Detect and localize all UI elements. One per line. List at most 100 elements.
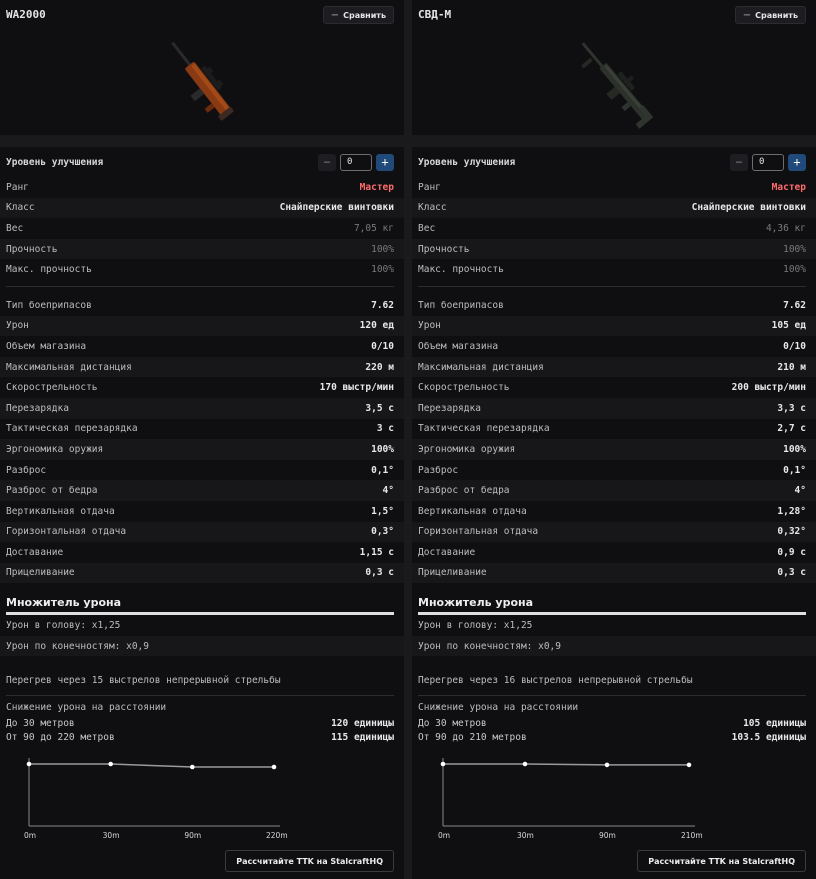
compare-button[interactable]: − Сравнить xyxy=(734,6,806,24)
x-tick-label: 90m xyxy=(184,831,201,840)
stat-row: Скорострельность 170 выстр/мин xyxy=(0,377,404,398)
damage-falloff: Снижение урона на расстоянии До 30 метро… xyxy=(412,701,816,745)
stat-label: Ранг xyxy=(418,181,441,193)
stat-label: Макс. прочность xyxy=(6,264,92,276)
divider xyxy=(418,285,806,287)
stat-label: Объем магазина xyxy=(6,340,87,352)
stat-label: Тип боеприпасов xyxy=(418,299,504,311)
data-point[interactable] xyxy=(440,761,446,767)
head-multiplier: Урон в голову: x1,25 xyxy=(418,620,533,632)
stat-row: Урон 120 ед xyxy=(0,315,404,337)
stat-label: Максимальная дистанция xyxy=(418,361,544,373)
stat-label: Разброс от бедра xyxy=(418,485,510,497)
stat-label: Разброс xyxy=(418,464,459,476)
stat-row: Разброс от бедра 4° xyxy=(412,480,816,501)
stat-row: Прицеливание 0,3 с xyxy=(412,562,816,584)
compare-label: Сравнить xyxy=(755,10,798,20)
stat-value: 0,32° xyxy=(777,526,806,538)
x-tick-label: 0m xyxy=(24,831,36,840)
upgrade-level-input[interactable] xyxy=(340,153,372,171)
stat-label: Урон xyxy=(418,320,441,332)
x-tick-label: 30m xyxy=(517,831,534,840)
damage-falloff: Снижение урона на расстоянии До 30 метро… xyxy=(0,701,404,745)
falloff-label: От 90 до 210 метров xyxy=(418,732,527,744)
minus-icon: − xyxy=(742,9,752,21)
stat-label: Вертикальная отдача xyxy=(418,505,527,517)
stat-row: Урон 105 ед xyxy=(412,315,816,337)
weapon-panel-left: WA2000 − Сравнить Уровень улучшения − + … xyxy=(0,0,404,879)
data-point[interactable] xyxy=(190,764,195,770)
x-tick-label: 30m xyxy=(103,831,120,840)
x-tick-label: 220m xyxy=(266,831,288,840)
stat-label: Прочность xyxy=(6,243,58,255)
stat-value: 0,1° xyxy=(371,464,394,476)
stat-value: 4° xyxy=(382,485,394,497)
data-point[interactable] xyxy=(108,761,113,767)
stat-label: Горизонтальная отдача xyxy=(418,526,539,538)
stat-row: Вес 4,36 кг xyxy=(412,218,816,239)
ttk-calculator-button[interactable]: Рассчитайте TTK на StalcraftHQ xyxy=(637,850,806,872)
falloff-value: 105 единицы xyxy=(743,718,806,730)
stat-value: 100% xyxy=(783,264,806,276)
stat-row: Ранг Мастер xyxy=(412,177,816,198)
stat-label: Тип боеприпасов xyxy=(6,299,92,311)
falloff-label: От 90 до 220 метров xyxy=(6,732,115,744)
falloff-row: От 90 до 210 метров 103.5 единицы xyxy=(418,731,806,745)
stat-value: 100% xyxy=(371,443,394,455)
stat-row: Доставание 1,15 с xyxy=(0,542,404,563)
falloff-row: До 30 метров 120 единицы xyxy=(6,717,394,731)
x-tick-label: 210m xyxy=(681,831,703,840)
stat-row: Прочность 100% xyxy=(0,238,404,260)
stat-row: Вес 7,05 кг xyxy=(0,218,404,239)
falloff-label: До 30 метров xyxy=(418,718,487,730)
data-point[interactable] xyxy=(522,761,528,767)
stat-value: 0/10 xyxy=(371,340,394,352)
stat-row: Тактическая перезарядка 2,7 с xyxy=(412,419,816,440)
data-point[interactable] xyxy=(604,762,610,768)
increment-button[interactable]: + xyxy=(788,153,806,171)
stat-label: Перезарядка xyxy=(6,402,69,414)
data-point[interactable] xyxy=(271,764,277,770)
stat-value: Мастер xyxy=(359,181,394,193)
stat-row: Доставание 0,9 с xyxy=(412,542,816,563)
data-point[interactable] xyxy=(26,761,32,767)
upgrade-level-row: Уровень улучшения − + xyxy=(412,147,816,177)
stat-label: Перезарядка xyxy=(418,402,481,414)
stat-value: 0,3 с xyxy=(777,567,806,579)
stat-value: 0,3° xyxy=(371,526,394,538)
stat-row: Максимальная дистанция 220 м xyxy=(0,356,404,378)
stat-row: Горизонтальная отдача 0,32° xyxy=(412,521,816,543)
upgrade-level-input[interactable] xyxy=(752,153,784,171)
upgrade-level-label: Уровень улучшения xyxy=(418,156,516,168)
stat-row: Разброс от бедра 4° xyxy=(0,480,404,501)
decrement-button[interactable]: − xyxy=(318,153,336,171)
stat-value: 0,3 с xyxy=(365,567,394,579)
minus-icon: − xyxy=(330,9,340,21)
stat-value: 100% xyxy=(783,443,806,455)
compare-button[interactable]: − Сравнить xyxy=(322,6,394,24)
stat-value: 170 выстр/мин xyxy=(319,382,394,394)
overheat-text: Перегрев через 16 выстрелов непрерывной … xyxy=(418,675,693,687)
weapon-header: СВД-М − Сравнить xyxy=(412,0,816,135)
section-gap xyxy=(412,135,816,147)
falloff-row: До 30 метров 105 единицы xyxy=(418,717,806,731)
limb-multiplier: Урон по конечностям: x0,9 xyxy=(412,635,816,657)
ttk-calculator-button[interactable]: Рассчитайте TTK на StalcraftHQ xyxy=(225,850,394,872)
stat-label: Класс xyxy=(418,202,447,214)
section-gap xyxy=(0,135,404,147)
stat-row: Объем магазина 0/10 xyxy=(412,336,816,357)
stat-value: 105 ед xyxy=(771,320,806,332)
stat-value: Снайперские винтовки xyxy=(279,202,394,214)
stat-row: Максимальная дистанция 210 м xyxy=(412,356,816,378)
falloff-value: 120 единицы xyxy=(331,718,394,730)
falloff-value: 115 единицы xyxy=(331,732,394,744)
data-point[interactable] xyxy=(686,762,692,768)
stat-label: Объем магазина xyxy=(418,340,499,352)
stat-value: Мастер xyxy=(771,181,806,193)
increment-button[interactable]: + xyxy=(376,153,394,171)
stat-value: 220 м xyxy=(365,361,394,373)
stat-row: Ранг Мастер xyxy=(0,177,404,198)
stat-label: Доставание xyxy=(6,546,64,558)
stat-label: Доставание xyxy=(418,546,476,558)
decrement-button[interactable]: − xyxy=(730,153,748,171)
